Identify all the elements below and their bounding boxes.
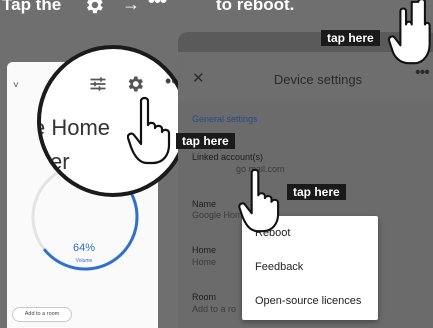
home-value: Home — [192, 257, 217, 267]
home-label[interactable]: Home — [192, 245, 216, 255]
volume-percent: 64% — [72, 242, 96, 254]
name-label[interactable]: Name — [192, 199, 216, 209]
pointing-hand-icon — [387, 0, 431, 65]
close-icon[interactable]: ✕ — [192, 69, 205, 87]
menu-item-feedback[interactable]: Feedback — [255, 261, 303, 273]
tap-here-callout-reboot: tap here — [287, 184, 346, 200]
section-header-general: General settings — [192, 114, 258, 124]
room-value: Add to a ro — [192, 304, 237, 314]
arrow-right-icon: → — [122, 0, 140, 14]
instruction-headline: Tap the → ••• to reboot. — [0, 0, 433, 20]
tap-here-callout-more: tap here — [321, 30, 380, 46]
volume-label: Volume — [75, 258, 93, 264]
headline-text-start: Tap the — [2, 0, 62, 14]
more-dots-icon: ••• — [148, 0, 167, 12]
pointing-hand-icon — [127, 96, 171, 165]
headline-text-end: to reboot. — [216, 0, 295, 14]
page-title: Device settings — [273, 72, 363, 87]
gear-icon — [83, 0, 105, 22]
linked-accounts-label[interactable]: Linked account(s) — [192, 152, 263, 162]
menu-item-open-source-licences[interactable]: Open-source licences — [255, 295, 361, 307]
more-menu-icon[interactable]: ••• — [415, 64, 430, 82]
add-to-room-button[interactable]: Add to a room — [12, 307, 72, 322]
room-label[interactable]: Room — [192, 292, 216, 302]
device-title-line2: ker — [39, 149, 70, 174]
pointing-hand-icon — [238, 168, 280, 233]
device-title-line1: e Home — [37, 115, 111, 140]
equalizer-icon — [89, 75, 107, 98]
chevron-down-icon[interactable]: ˅ — [13, 80, 19, 91]
tap-here-callout-gear: tap here — [176, 133, 235, 149]
